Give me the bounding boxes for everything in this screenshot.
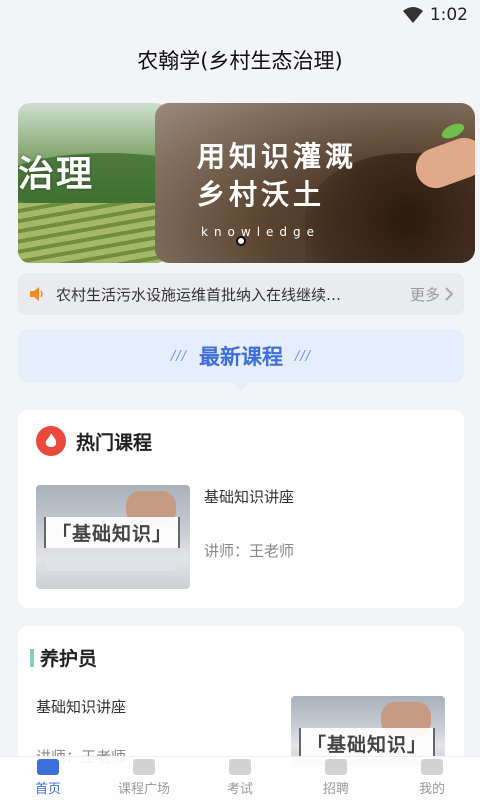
decor-slashes-left: /// bbox=[170, 348, 187, 364]
course-name[interactable]: 基础知识讲座 bbox=[204, 486, 294, 507]
decor-slashes-right: /// bbox=[295, 348, 312, 364]
hot-courses-title: 热门课程 bbox=[76, 431, 153, 454]
user-icon bbox=[421, 759, 443, 775]
banner-headline-2: 乡村沃土 bbox=[197, 178, 326, 211]
recruit-icon bbox=[325, 759, 347, 775]
exam-icon bbox=[229, 759, 251, 775]
tab-label: 我的 bbox=[418, 782, 445, 797]
latest-courses-header[interactable]: /// 最新课程 /// bbox=[18, 329, 464, 383]
tab-label: 首页 bbox=[34, 782, 61, 797]
fire-icon bbox=[36, 426, 66, 456]
tab-exam[interactable]: 考试 bbox=[192, 757, 288, 800]
course-icon bbox=[133, 759, 155, 775]
status-time: 1:02 bbox=[429, 5, 468, 25]
page-title: 农翰学(乡村生态治理) bbox=[137, 49, 343, 73]
hot-courses-card: 热门课程 「基础知识」 基础知识讲座 讲师：王老师 bbox=[18, 410, 464, 608]
notice-more-button[interactable]: 更多 bbox=[410, 284, 454, 305]
keeper-heading: 养护员 bbox=[30, 644, 97, 671]
bottom-tab-bar: 首页 课程广场 考试 招聘 我的 bbox=[0, 756, 480, 800]
tab-label: 招聘 bbox=[322, 782, 349, 797]
banner-headline-1: 用知识灌溉 bbox=[197, 140, 358, 173]
thumbnail-label: 「基础知识」 bbox=[299, 728, 436, 759]
tab-mine[interactable]: 我的 bbox=[384, 757, 480, 800]
course-thumbnail[interactable]: 「基础知识」 bbox=[36, 485, 190, 589]
chevron-right-icon bbox=[445, 287, 454, 301]
thumbnail-label: 「基础知识」 bbox=[44, 517, 181, 548]
keeper-title: 养护员 bbox=[40, 648, 98, 670]
status-bar: 1:02 bbox=[0, 0, 480, 30]
course-teacher: 讲师：王老师 bbox=[204, 542, 295, 560]
tab-course-square[interactable]: 课程广场 bbox=[96, 757, 192, 800]
notice-bar[interactable]: 农村生活污水设施运维首批纳入在线继续… 更多 bbox=[18, 273, 464, 315]
notice-text[interactable]: 农村生活污水设施运维首批纳入在线继续… bbox=[56, 284, 400, 305]
banner-slide-previous[interactable]: 治理 bbox=[18, 103, 168, 263]
tab-label: 课程广场 bbox=[117, 782, 170, 797]
banner-keyword: knowledge bbox=[201, 225, 321, 239]
tab-recruit[interactable]: 招聘 bbox=[288, 757, 384, 800]
tab-home[interactable]: 首页 bbox=[0, 757, 96, 800]
wifi-icon bbox=[402, 7, 423, 23]
hot-courses-heading: 热门课程 bbox=[36, 426, 152, 456]
speaker-icon bbox=[30, 287, 43, 301]
notice-more-label: 更多 bbox=[409, 285, 440, 304]
tab-label: 考试 bbox=[226, 782, 253, 797]
home-icon bbox=[37, 759, 59, 775]
latest-pointer bbox=[232, 382, 250, 392]
latest-courses-title: 最新课程 bbox=[199, 345, 283, 369]
banner-left-text: 治理 bbox=[18, 154, 95, 195]
keeper-courses-card: 养护员 基础知识讲座 讲师：王老师 「基础知识」 bbox=[18, 626, 464, 766]
course-name[interactable]: 基础知识讲座 bbox=[36, 696, 126, 717]
app-header: 农翰学(乡村生态治理) bbox=[0, 30, 480, 90]
carousel-indicator-dot[interactable] bbox=[236, 236, 246, 246]
banner-slide-current[interactable]: 用知识灌溉 乡村沃土 knowledge bbox=[155, 103, 475, 263]
section-accent-bar bbox=[30, 648, 34, 667]
